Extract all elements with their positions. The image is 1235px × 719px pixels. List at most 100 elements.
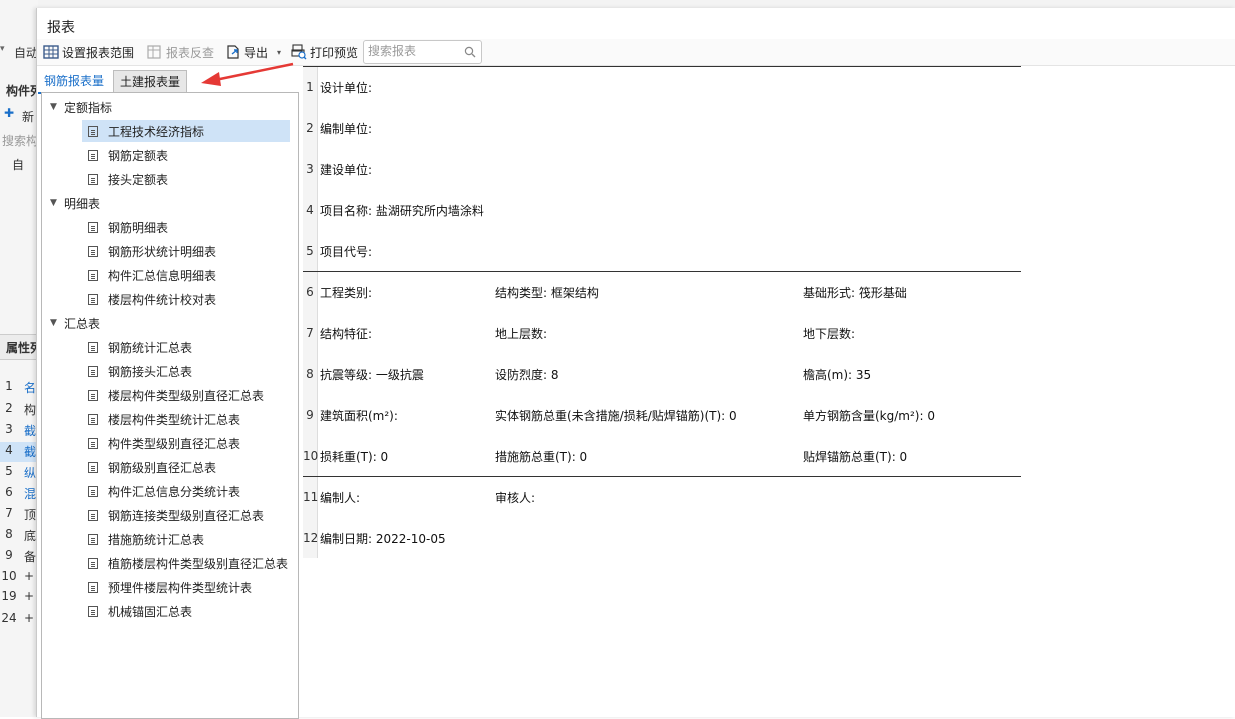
print-preview-button[interactable]: 打印预览 <box>291 43 358 61</box>
tree-item-label: 构件汇总信息明细表 <box>108 268 217 283</box>
tree-item[interactable]: 工程技术经济指标 <box>82 120 290 142</box>
export-label: 导出 <box>244 45 269 60</box>
report-doc-icon <box>88 413 98 425</box>
bg-prop-row[interactable]: 5纵 <box>0 463 38 483</box>
report-cell: 结构类型: 框架结构 <box>495 286 599 300</box>
bg-prop-row[interactable]: 9备 <box>0 547 38 567</box>
tree-item[interactable]: 构件类型级别直径汇总表 <box>82 432 290 454</box>
report-cell: 地上层数: <box>495 327 548 341</box>
tree-item-label: 钢筋明细表 <box>108 220 169 235</box>
report-search-box[interactable] <box>363 40 482 64</box>
report-cell: 设计单位: <box>320 81 373 95</box>
report-doc-icon <box>88 125 98 137</box>
new-icon[interactable]: ✚ <box>4 106 18 120</box>
bg-prop-row[interactable]: 24 + <box>0 610 38 630</box>
export-button[interactable]: 导出 ▾ <box>225 43 281 61</box>
bg-row-number: 19 <box>1 589 17 603</box>
report-search-input[interactable] <box>364 41 463 61</box>
report-doc-icon <box>88 293 98 305</box>
tree-item[interactable]: 措施筋统计汇总表 <box>82 528 290 550</box>
reverse-check-label: 报表反查 <box>166 45 215 60</box>
table-search-icon <box>147 45 161 59</box>
tree-group[interactable]: ▼ 定额指标 <box>42 95 292 119</box>
dialog-title: 报表 <box>47 20 75 36</box>
tree-item[interactable]: 钢筋定额表 <box>82 144 290 166</box>
caret-down-icon[interactable]: ▼ <box>50 199 58 208</box>
reverse-check-button[interactable]: 报表反查 <box>147 43 214 61</box>
background-app-panel: ▾ 自动 构件列 ✚ 新 搜索构 自 属性列 1名2构3截4截5纵6混7顶8底9… <box>0 0 38 717</box>
report-cell: 措施筋总重(T): 0 <box>495 450 588 464</box>
report-doc-icon <box>88 365 98 377</box>
print-preview-icon <box>291 44 307 60</box>
bg-prop-row[interactable]: 10 + <box>0 568 38 588</box>
chevron-down-icon[interactable]: ▾ <box>277 48 281 57</box>
report-row-number: 11 <box>303 490 319 504</box>
bg-row-number: 4 <box>5 443 13 457</box>
tree-item-label: 构件汇总信息分类统计表 <box>108 484 241 499</box>
dropdown-icon[interactable]: ▾ <box>0 44 10 60</box>
report-row-number: 8 <box>306 367 314 381</box>
bg-tree-item[interactable]: 自 <box>12 156 38 173</box>
tree-item[interactable]: 楼层构件类型级别直径汇总表 <box>82 384 290 406</box>
report-cell: 贴焊锚筋总重(T): 0 <box>803 450 908 464</box>
bg-row-number: 8 <box>5 527 13 541</box>
tab-civil-report[interactable]: 土建报表量 <box>113 70 188 94</box>
tree-item[interactable]: 楼层构件统计校对表 <box>82 288 290 310</box>
report-doc-icon <box>88 581 98 593</box>
report-doc-icon <box>88 173 98 185</box>
bg-prop-row[interactable]: 1名 <box>0 378 38 398</box>
tree-item-label: 工程技术经济指标 <box>108 124 205 139</box>
tree-item-label: 接头定额表 <box>108 172 169 187</box>
bg-toolbar-label[interactable]: 自动 <box>14 44 38 61</box>
tree-item-label: 钢筋接头汇总表 <box>108 364 193 379</box>
bg-prop-row[interactable]: 2构 <box>0 400 38 420</box>
tree-item[interactable]: 植筋楼层构件类型级别直径汇总表 <box>82 552 290 574</box>
tree-item-label: 楼层构件类型级别直径汇总表 <box>108 388 265 403</box>
bg-prop-row[interactable]: 3截 <box>0 421 38 441</box>
report-cell: 建筑面积(m²): <box>320 409 398 423</box>
tree-item[interactable]: 钢筋接头汇总表 <box>82 360 290 382</box>
set-range-button[interactable]: 设置报表范围 <box>43 43 134 61</box>
tree-item[interactable]: 构件汇总信息分类统计表 <box>82 480 290 502</box>
bg-row-number: 9 <box>5 548 13 562</box>
bg-props-header: 属性列 <box>0 334 38 360</box>
bg-search-label[interactable]: 搜索构 <box>2 132 38 149</box>
tree-item[interactable]: 钢筋连接类型级别直径汇总表 <box>82 504 290 526</box>
tree-item[interactable]: 钢筋明细表 <box>82 216 290 238</box>
tree-item-label: 钢筋定额表 <box>108 148 169 163</box>
bg-prop-row[interactable]: 8底 <box>0 526 38 546</box>
tree-item[interactable]: 接头定额表 <box>82 168 290 190</box>
bg-row-number: 3 <box>5 422 13 436</box>
tree-item[interactable]: 楼层构件类型统计汇总表 <box>82 408 290 430</box>
bg-row-number: 1 <box>5 379 13 393</box>
caret-down-icon[interactable]: ▼ <box>50 319 58 328</box>
tree-item[interactable]: 构件汇总信息明细表 <box>82 264 290 286</box>
report-row-number: 1 <box>306 80 314 94</box>
tree-item-label: 钢筋统计汇总表 <box>108 340 193 355</box>
tree-item-label: 楼层构件类型统计汇总表 <box>108 412 241 427</box>
tree-item[interactable]: 机械锚固汇总表 <box>82 600 290 622</box>
tree-group[interactable]: ▼ 汇总表 <box>42 311 292 335</box>
bg-prop-row[interactable]: 6混 <box>0 484 38 504</box>
tab-rebar-report[interactable]: 钢筋报表量 <box>38 70 111 94</box>
report-doc-icon <box>88 269 98 281</box>
report-doc-icon <box>88 245 98 257</box>
search-icon[interactable] <box>464 46 476 58</box>
tree-item[interactable]: 钢筋级别直径汇总表 <box>82 456 290 478</box>
tree-item-label: 机械锚固汇总表 <box>108 604 193 619</box>
tree-item[interactable]: 钢筋统计汇总表 <box>82 336 290 358</box>
tree-item[interactable]: 预埋件楼层构件类型统计表 <box>82 576 290 598</box>
report-row-number: 4 <box>306 203 314 217</box>
tree-group[interactable]: ▼ 明细表 <box>42 191 292 215</box>
tree-item-label: 钢筋级别直径汇总表 <box>108 460 217 475</box>
report-doc-icon <box>88 533 98 545</box>
bg-prop-row[interactable]: 19 + <box>0 588 38 608</box>
report-doc-icon <box>88 485 98 497</box>
tree-item[interactable]: 钢筋形状统计明细表 <box>82 240 290 262</box>
report-doc-icon <box>88 389 98 401</box>
bg-prop-row[interactable]: 7顶 <box>0 505 38 525</box>
caret-down-icon[interactable]: ▼ <box>50 103 58 112</box>
bg-prop-row[interactable]: 4截 <box>0 442 38 462</box>
tree-item-label: 植筋楼层构件类型级别直径汇总表 <box>108 556 289 571</box>
report-cell: 单方钢筋含量(kg/m²): 0 <box>803 409 935 423</box>
